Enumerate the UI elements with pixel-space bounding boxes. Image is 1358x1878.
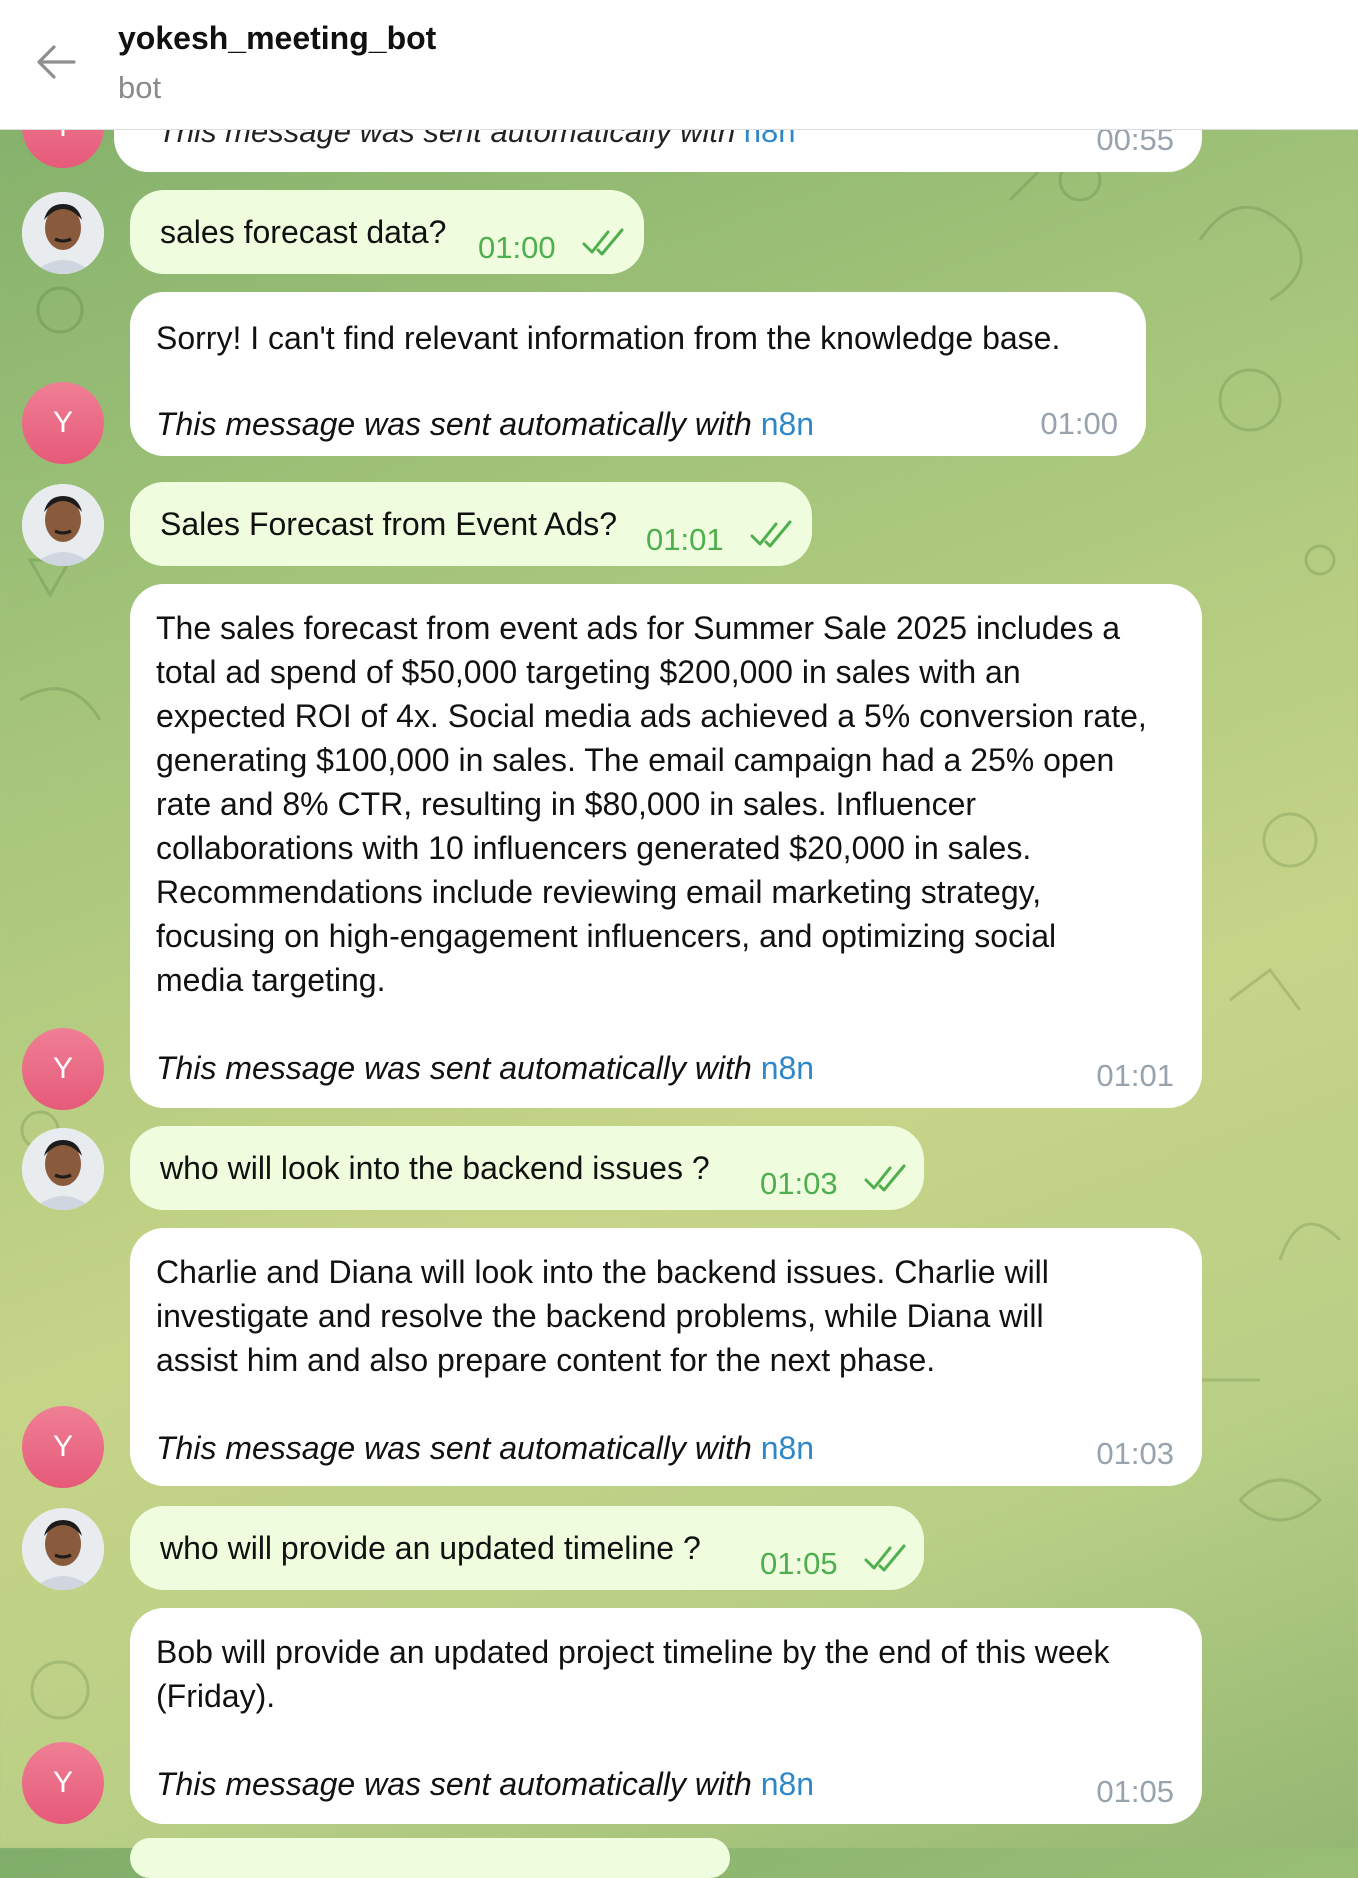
message-time: 01:00: [478, 230, 556, 265]
received-message-bubble[interactable]: The sales forecast from event ads for Su…: [130, 584, 1202, 1108]
received-message-bubble[interactable]: Charlie and Diana will look into the bac…: [130, 1228, 1202, 1486]
message-text: Sorry! I can't find relevant information…: [156, 320, 1061, 356]
sent-message-bubble[interactable]: who will provide an updated timeline ? 0…: [130, 1506, 924, 1590]
sent-message-bubble[interactable]: Sales Forecast from Event Ads? 01:01: [130, 482, 812, 566]
n8n-link[interactable]: n8n: [761, 1766, 814, 1802]
sent-message-bubble[interactable]: sales forecast data? 01:00: [130, 190, 644, 274]
sent-message-bubble[interactable]: who will look into the backend issues ? …: [130, 1126, 924, 1210]
received-message-bubble[interactable]: Sorry! I can't find relevant information…: [130, 292, 1146, 456]
bot-avatar[interactable]: Y: [22, 1742, 104, 1824]
n8n-link[interactable]: n8n: [761, 1430, 814, 1466]
message-time: 01:03: [1096, 1436, 1174, 1471]
bot-avatar[interactable]: Y: [22, 382, 104, 464]
message-time: 01:03: [760, 1166, 838, 1201]
message-time: 01:05: [760, 1546, 838, 1581]
user-photo-icon: [22, 1508, 104, 1590]
double-check-icon: [864, 1544, 906, 1572]
back-arrow-icon[interactable]: [34, 40, 78, 84]
user-photo-icon: [22, 484, 104, 566]
user-photo-icon: [22, 1128, 104, 1210]
message-time: 01:01: [646, 522, 724, 557]
automation-footer: This message was sent automatically with…: [156, 1050, 815, 1086]
chat-subtitle: bot: [118, 70, 162, 105]
double-check-icon: [750, 520, 792, 548]
message-time: 01:05: [1096, 1774, 1174, 1809]
chat-title[interactable]: yokesh_meeting_bot: [118, 20, 436, 57]
message-time: 01:01: [1096, 1058, 1174, 1093]
bot-avatar[interactable]: Y: [22, 1028, 104, 1110]
double-check-icon: [582, 228, 624, 256]
n8n-link[interactable]: n8n: [761, 406, 814, 442]
user-photo-icon: [22, 192, 104, 274]
automation-footer: This message was sent automatically with…: [156, 1766, 815, 1802]
message-text: The sales forecast from event ads for Su…: [156, 610, 1147, 998]
bot-avatar[interactable]: Y: [22, 1406, 104, 1488]
automation-footer: This message was sent automatically with…: [156, 406, 815, 442]
user-avatar[interactable]: [22, 1508, 104, 1590]
automation-footer: This message was sent automatically with…: [156, 1430, 815, 1466]
user-avatar[interactable]: [22, 1128, 104, 1210]
user-avatar[interactable]: [22, 484, 104, 566]
message-text: Charlie and Diana will look into the bac…: [156, 1254, 1049, 1378]
user-avatar[interactable]: [22, 192, 104, 274]
chat-header: yokesh_meeting_bot bot: [0, 0, 1358, 130]
sent-message-bubble-partial[interactable]: [130, 1838, 730, 1878]
n8n-link[interactable]: n8n: [761, 1050, 814, 1086]
double-check-icon: [864, 1164, 906, 1192]
received-message-bubble[interactable]: Bob will provide an updated project time…: [130, 1608, 1202, 1824]
message-text: Bob will provide an updated project time…: [156, 1634, 1110, 1714]
message-time: 01:00: [1040, 406, 1118, 441]
